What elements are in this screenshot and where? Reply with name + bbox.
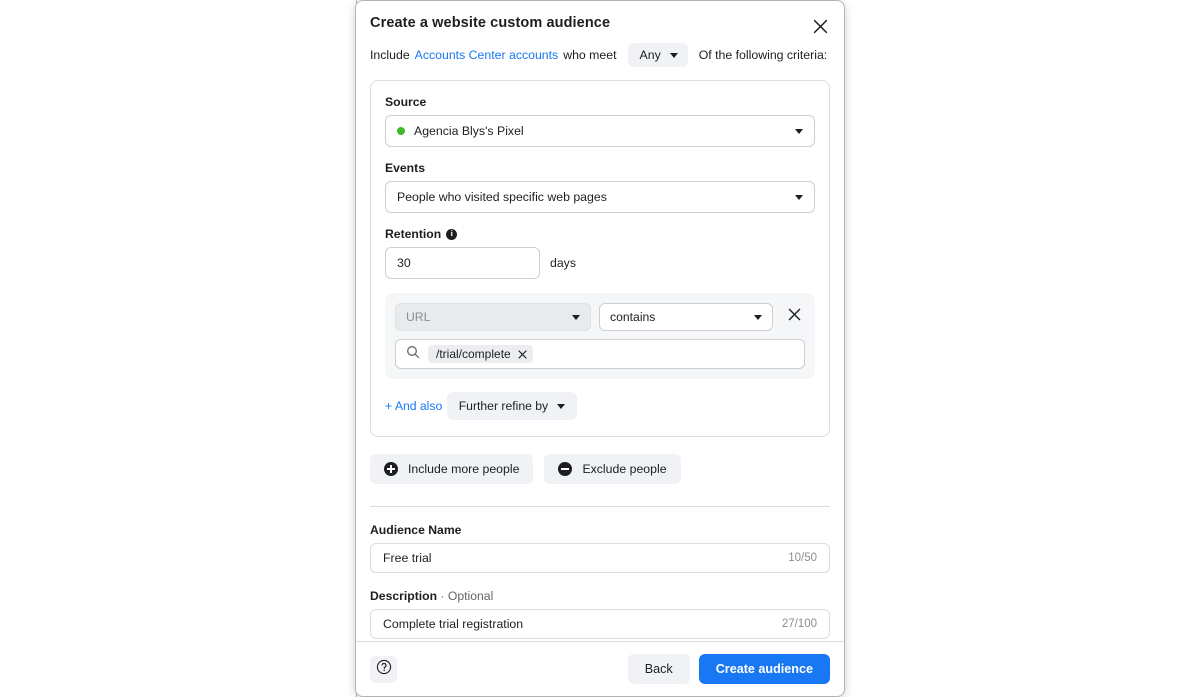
- rule-row: URL contains: [395, 303, 805, 331]
- events-value: People who visited specific web pages: [397, 190, 607, 204]
- include-prefix-label: Include: [370, 48, 410, 62]
- close-icon: [813, 19, 828, 34]
- pixel-status-dot-icon: [397, 127, 405, 135]
- chevron-down-icon: [795, 194, 803, 200]
- retention-label-wrap: Retention i: [385, 227, 815, 241]
- rule-operator-value: contains: [610, 310, 656, 324]
- remove-rule-button[interactable]: [784, 307, 804, 327]
- who-meet-label: who meet: [563, 48, 617, 62]
- further-refine-by-button[interactable]: Further refine by: [446, 392, 578, 420]
- section-divider: [370, 506, 830, 507]
- chevron-down-icon: [754, 314, 762, 320]
- accounts-center-accounts-link[interactable]: Accounts Center accounts: [415, 48, 559, 62]
- description-label-wrap: Description · Optional: [370, 589, 830, 603]
- chevron-down-icon: [572, 314, 580, 320]
- create-website-custom-audience-dialog: Create a website custom audience Include…: [355, 0, 845, 697]
- url-token-label: /trial/complete: [436, 347, 511, 361]
- chevron-down-icon: [557, 403, 566, 409]
- retention-row: 30 days: [385, 247, 815, 279]
- source-value: Agencia Blys's Pixel: [414, 124, 524, 138]
- dialog-body: Source Agencia Blys's Pixel Events Peopl…: [356, 67, 844, 641]
- close-icon: [788, 308, 801, 326]
- description-optional-label: · Optional: [437, 589, 494, 603]
- source-dropdown[interactable]: Agencia Blys's Pixel: [385, 115, 815, 147]
- include-more-people-button[interactable]: Include more people: [370, 454, 534, 484]
- and-also-button[interactable]: + And also: [385, 399, 442, 413]
- close-button[interactable]: [807, 13, 833, 39]
- further-refine-label: Further refine by: [458, 399, 549, 413]
- description-value: Complete trial registration: [383, 617, 524, 631]
- plus-circle-icon: [384, 462, 398, 476]
- description-input[interactable]: Complete trial registration 27/100: [370, 609, 830, 639]
- info-icon[interactable]: i: [446, 228, 458, 240]
- exclude-people-button[interactable]: Exclude people: [544, 454, 681, 484]
- retention-days-input[interactable]: 30: [385, 247, 540, 279]
- include-criteria-row: Include Accounts Center accounts who mee…: [356, 31, 844, 67]
- rule-operator-dropdown[interactable]: contains: [599, 303, 773, 331]
- criteria-suffix-label: Of the following criteria:: [698, 48, 828, 62]
- dialog-header: Create a website custom audience: [356, 1, 844, 33]
- rule-value-input[interactable]: /trial/complete: [395, 339, 805, 369]
- rule-field-value: URL: [406, 310, 431, 324]
- remove-token-button[interactable]: [518, 349, 527, 359]
- description-label: Description: [370, 589, 438, 603]
- audience-name-counter: 10/50: [788, 552, 817, 564]
- audience-modifier-row: Include more people Exclude people: [370, 454, 830, 484]
- match-type-value: Any: [639, 48, 661, 62]
- retention-unit-label: days: [550, 256, 576, 270]
- exclude-people-label: Exclude people: [582, 462, 667, 476]
- url-token: /trial/complete: [428, 345, 533, 363]
- url-rule-group: URL contains /trial/complete: [385, 293, 815, 379]
- help-button[interactable]: [370, 655, 397, 683]
- search-icon: [406, 345, 420, 364]
- source-label: Source: [385, 95, 427, 109]
- retention-days-value: 30: [397, 256, 411, 270]
- retention-label: Retention: [385, 227, 442, 241]
- dialog-footer: Back Create audience: [356, 641, 844, 696]
- description-counter: 27/100: [781, 618, 817, 630]
- include-more-people-label: Include more people: [408, 462, 520, 476]
- back-button[interactable]: Back: [627, 654, 690, 684]
- audience-name-input[interactable]: Free trial 10/50: [370, 543, 830, 573]
- help-icon: [376, 659, 392, 680]
- page-title: Create a website custom audience: [370, 15, 611, 31]
- chevron-down-icon: [669, 52, 678, 58]
- events-dropdown[interactable]: People who visited specific web pages: [385, 181, 815, 213]
- rule-field-dropdown[interactable]: URL: [395, 303, 591, 331]
- criteria-card: Source Agencia Blys's Pixel Events Peopl…: [370, 80, 830, 437]
- chevron-down-icon: [795, 128, 803, 134]
- create-audience-button[interactable]: Create audience: [698, 654, 830, 684]
- audience-name-label: Audience Name: [370, 523, 462, 537]
- match-type-dropdown[interactable]: Any: [627, 43, 688, 67]
- audience-name-value: Free trial: [383, 551, 432, 565]
- events-label: Events: [385, 161, 425, 175]
- minus-circle-icon: [558, 462, 573, 476]
